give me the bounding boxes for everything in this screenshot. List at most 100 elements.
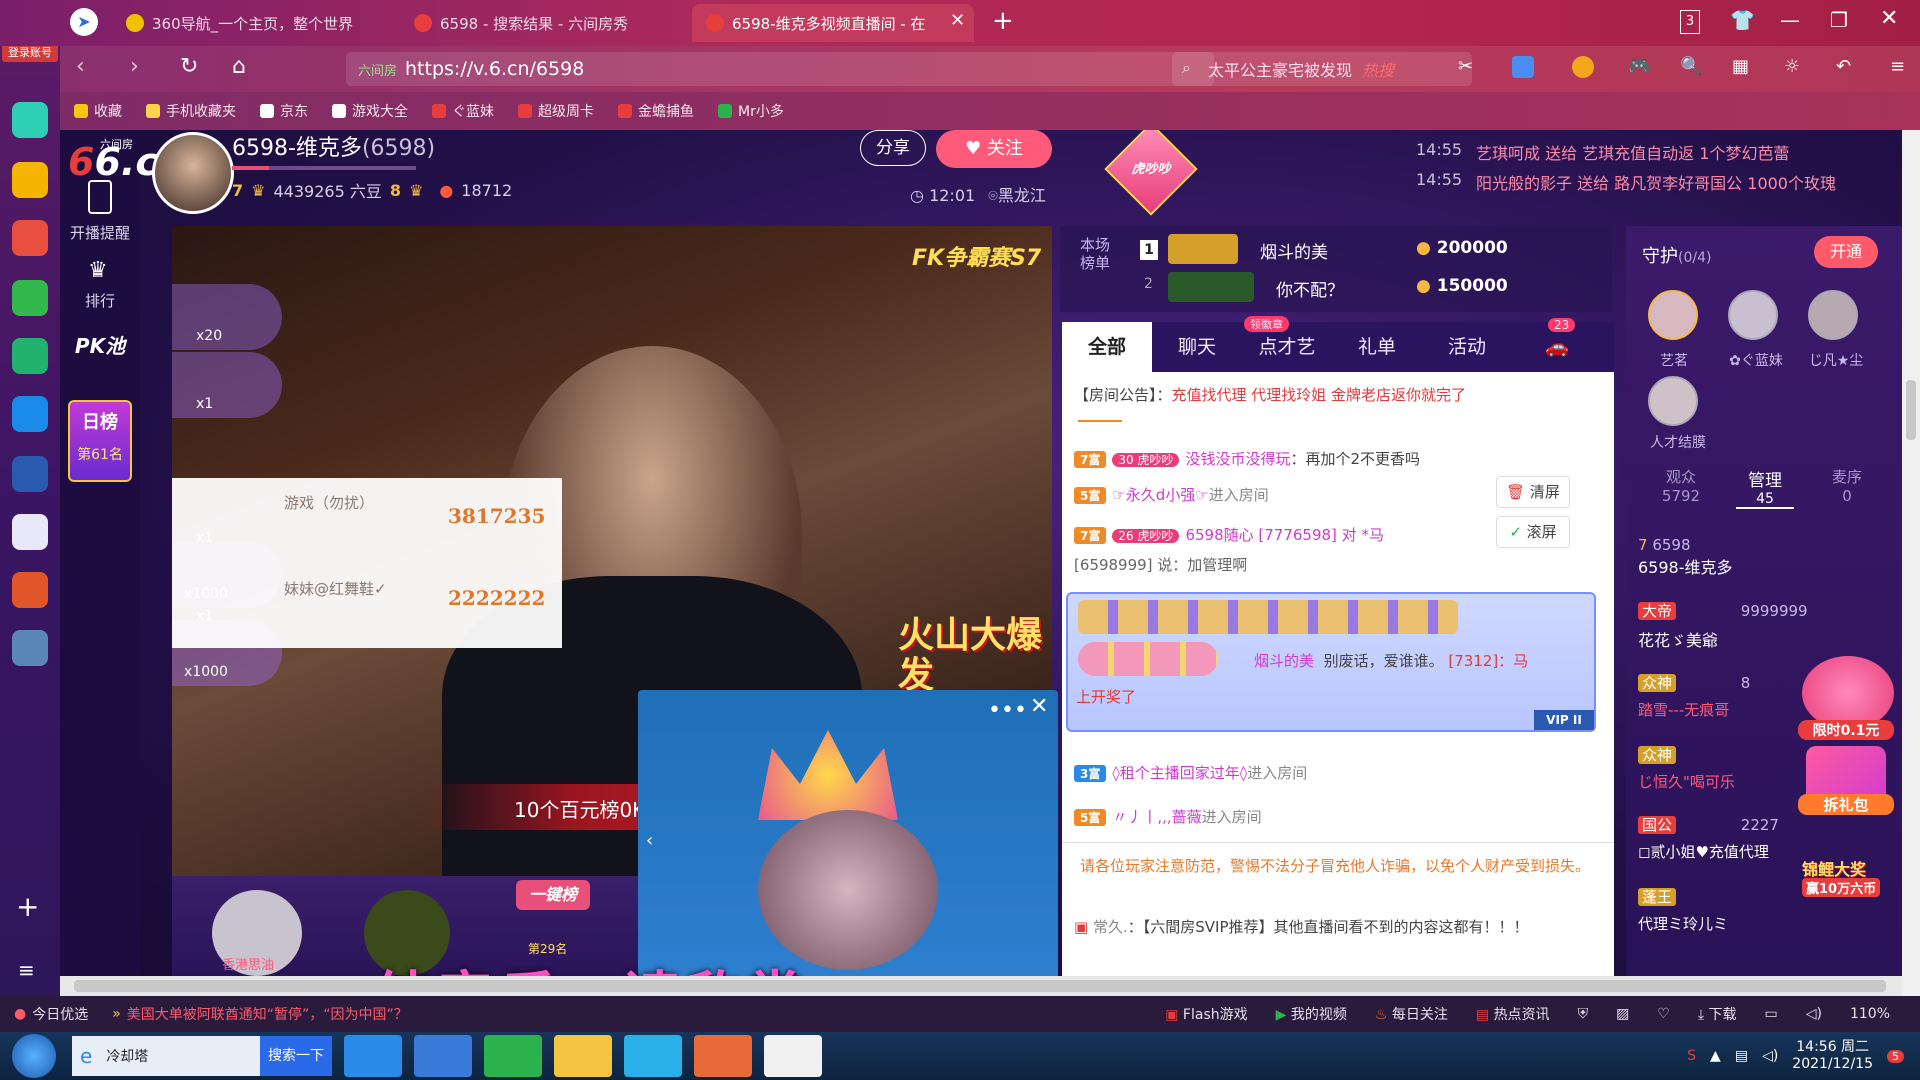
tab-audience[interactable]: 观众 5792	[1656, 466, 1706, 505]
taskbar-clock[interactable]: 14:56 周二 2021/12/15	[1792, 1039, 1873, 1073]
gamepad-icon[interactable]: 🎮	[1628, 56, 1650, 77]
tab-close-icon[interactable]: ✕	[950, 10, 965, 31]
search-box[interactable]: ⌕ 太平公主豪宅被发现 热搜	[1172, 52, 1472, 86]
tab-count[interactable]: 3	[1680, 10, 1700, 34]
popup-prev-icon[interactable]: ‹	[646, 830, 653, 851]
admin-row[interactable]: 大帝 9999999 花花ゞ美爺	[1638, 600, 1808, 651]
window-icon[interactable]: ▭	[1765, 1006, 1778, 1022]
coupon-icon[interactable]	[1572, 56, 1594, 78]
home-icon[interactable]: ⌂	[232, 54, 246, 79]
shirt-icon[interactable]: 👕	[1730, 8, 1755, 32]
game-icon[interactable]	[12, 572, 48, 608]
weibo-icon[interactable]	[12, 220, 48, 256]
clear-screen-button[interactable]: 🗑 清屏	[1496, 476, 1570, 508]
bookmark-lanmei[interactable]: ぐ蓝妹	[432, 101, 494, 121]
share-button[interactable]: 分享	[860, 130, 926, 166]
news-icon[interactable]	[12, 456, 48, 492]
nav-ranking[interactable]: 排行	[60, 290, 140, 311]
scroll-screen-button[interactable]: ✓ 滚屏	[1496, 516, 1570, 548]
bookmark-mrxiaoduo[interactable]: Mr小多	[718, 101, 784, 121]
tab-all[interactable]: 全部	[1062, 322, 1152, 372]
chat-area[interactable]: 【房间公告】：充值找代理 代理找玲姐 金牌老店返你就完了 7富 30 虎吵吵 没钱没…	[1062, 372, 1614, 976]
guard-open-button[interactable]: 开通	[1814, 236, 1878, 268]
zoom-level[interactable]: 110%	[1850, 1006, 1890, 1022]
tray-network-icon[interactable]: ▤	[1735, 1048, 1748, 1064]
bookmark-mobile[interactable]: 手机收藏夹	[146, 101, 236, 121]
url-field[interactable]: 六间房 https://v.6.cn/6598	[346, 52, 1214, 86]
more-icon[interactable]: •••	[988, 698, 1027, 723]
nav-pk-pool[interactable]: PK池	[60, 330, 140, 359]
news-ticker[interactable]: 美国大单被阿联酋通知“暂停”，“因为中国”？	[127, 1004, 408, 1024]
heart-outline-icon[interactable]: ♡	[1657, 1006, 1670, 1022]
favorites-star-icon[interactable]	[12, 162, 48, 198]
reload-icon[interactable]: ↻	[180, 54, 198, 79]
tray-s-icon[interactable]: S	[1687, 1048, 1696, 1064]
game2-icon[interactable]	[12, 630, 48, 666]
bookmark-weekcard[interactable]: 超级周卡	[518, 101, 594, 121]
tab-chat[interactable]: 聊天	[1152, 322, 1242, 372]
daily-rank-card[interactable]: 日榜 第61名	[68, 400, 132, 482]
tab-admin[interactable]: 管理 45	[1736, 466, 1794, 509]
bookmark-jd[interactable]: 京东	[260, 101, 308, 121]
download-link[interactable]: ⤓ 下载	[1698, 1004, 1737, 1024]
taskbar-app-browser[interactable]	[764, 1035, 822, 1077]
bookmark-games[interactable]: 游戏大全	[332, 101, 408, 121]
one-click-rank-badge[interactable]: 一键榜	[516, 880, 590, 910]
close-window-icon[interactable]: ✕	[1880, 6, 1898, 31]
guard-avatar[interactable]	[1808, 290, 1858, 340]
volume-icon[interactable]: ◁)	[1806, 1006, 1822, 1022]
cloud-icon[interactable]	[12, 338, 48, 374]
new-tab-icon[interactable]: +	[992, 6, 1014, 36]
taskbar-app-folder[interactable]	[554, 1035, 612, 1077]
back-icon[interactable]: ‹	[76, 54, 85, 79]
menu-list-icon[interactable]: ≡	[18, 958, 35, 982]
taskbar-search[interactable]: e 冷却塔 搜索一下	[72, 1036, 332, 1076]
admin-row[interactable]: 众神 じ恒久"喝可乐	[1638, 744, 1735, 792]
admin-row[interactable]: 蓬王 代理ミ玲儿ミ	[1638, 886, 1728, 934]
brightness-icon[interactable]: ☼	[1784, 56, 1800, 77]
guard-avatar[interactable]	[1648, 290, 1698, 340]
admin-row[interactable]: 众神 8 踏雪---无痕哥	[1638, 672, 1750, 720]
admin-row[interactable]: 7 6598 6598-维克多	[1638, 536, 1733, 578]
tab-live-room[interactable]: 6598-维克多视频直播间 - 在	[692, 4, 974, 42]
taskbar-app-chrome[interactable]	[694, 1035, 752, 1077]
bookmark-fishing[interactable]: 金蟾捕鱼	[618, 101, 694, 121]
my-videos-link[interactable]: ▶ 我的视频	[1276, 1004, 1347, 1024]
taskbar-app-ie[interactable]	[414, 1035, 472, 1077]
tray-volume-icon[interactable]: ◁)	[1762, 1048, 1778, 1064]
taskbar-app-360[interactable]	[484, 1035, 542, 1077]
start-button[interactable]	[12, 1034, 56, 1078]
translate-icon[interactable]	[1512, 56, 1534, 78]
nav-start-reminder[interactable]: 开播提醒	[60, 222, 140, 243]
minimize-icon[interactable]: —	[1780, 8, 1800, 32]
host-avatar[interactable]	[152, 132, 234, 214]
taskbar-app-k[interactable]	[344, 1035, 402, 1077]
tab-search-results[interactable]: 6598 - 搜索结果 - 六间房秀	[400, 4, 682, 42]
rank1-name[interactable]: 烟斗的美	[1260, 238, 1328, 263]
tab-activity[interactable]: 活动	[1422, 322, 1512, 372]
doc-icon[interactable]	[12, 514, 48, 550]
guard-avatar[interactable]	[1728, 290, 1778, 340]
today-picks[interactable]: 今日优选	[32, 1004, 88, 1024]
navigate-icon[interactable]: ➤	[70, 8, 98, 36]
taskbar-app-player[interactable]	[624, 1035, 682, 1077]
vertical-scrollbar[interactable]	[1902, 130, 1920, 996]
notification-badge[interactable]: 5	[1887, 1049, 1904, 1063]
tab-mic-queue[interactable]: 麦序 0	[1822, 466, 1872, 505]
mail-icon[interactable]	[12, 280, 48, 316]
add-icon[interactable]: +	[16, 890, 39, 923]
follow-button[interactable]: ♥ 关注	[936, 130, 1052, 168]
p-app-icon[interactable]	[12, 396, 48, 432]
tab-gift-list[interactable]: 礼单	[1332, 322, 1422, 372]
popup-close-icon[interactable]: ✕	[1030, 694, 1048, 719]
bookmark-favorites[interactable]: 收藏	[74, 101, 122, 121]
horizontal-scrollbar[interactable]	[60, 976, 1902, 996]
forward-icon[interactable]: ›	[130, 54, 139, 79]
restore-icon[interactable]: ❐	[1830, 8, 1848, 32]
undo-icon[interactable]: ↶	[1836, 56, 1851, 77]
image-icon[interactable]: ▨	[1616, 1006, 1629, 1022]
flash-games-link[interactable]: ▣ Flash游戏	[1165, 1004, 1247, 1024]
promo-heart[interactable]	[1802, 656, 1894, 730]
menu-icon[interactable]: ≡	[1890, 56, 1905, 77]
magnifier-icon[interactable]: 🔍	[1680, 56, 1702, 77]
